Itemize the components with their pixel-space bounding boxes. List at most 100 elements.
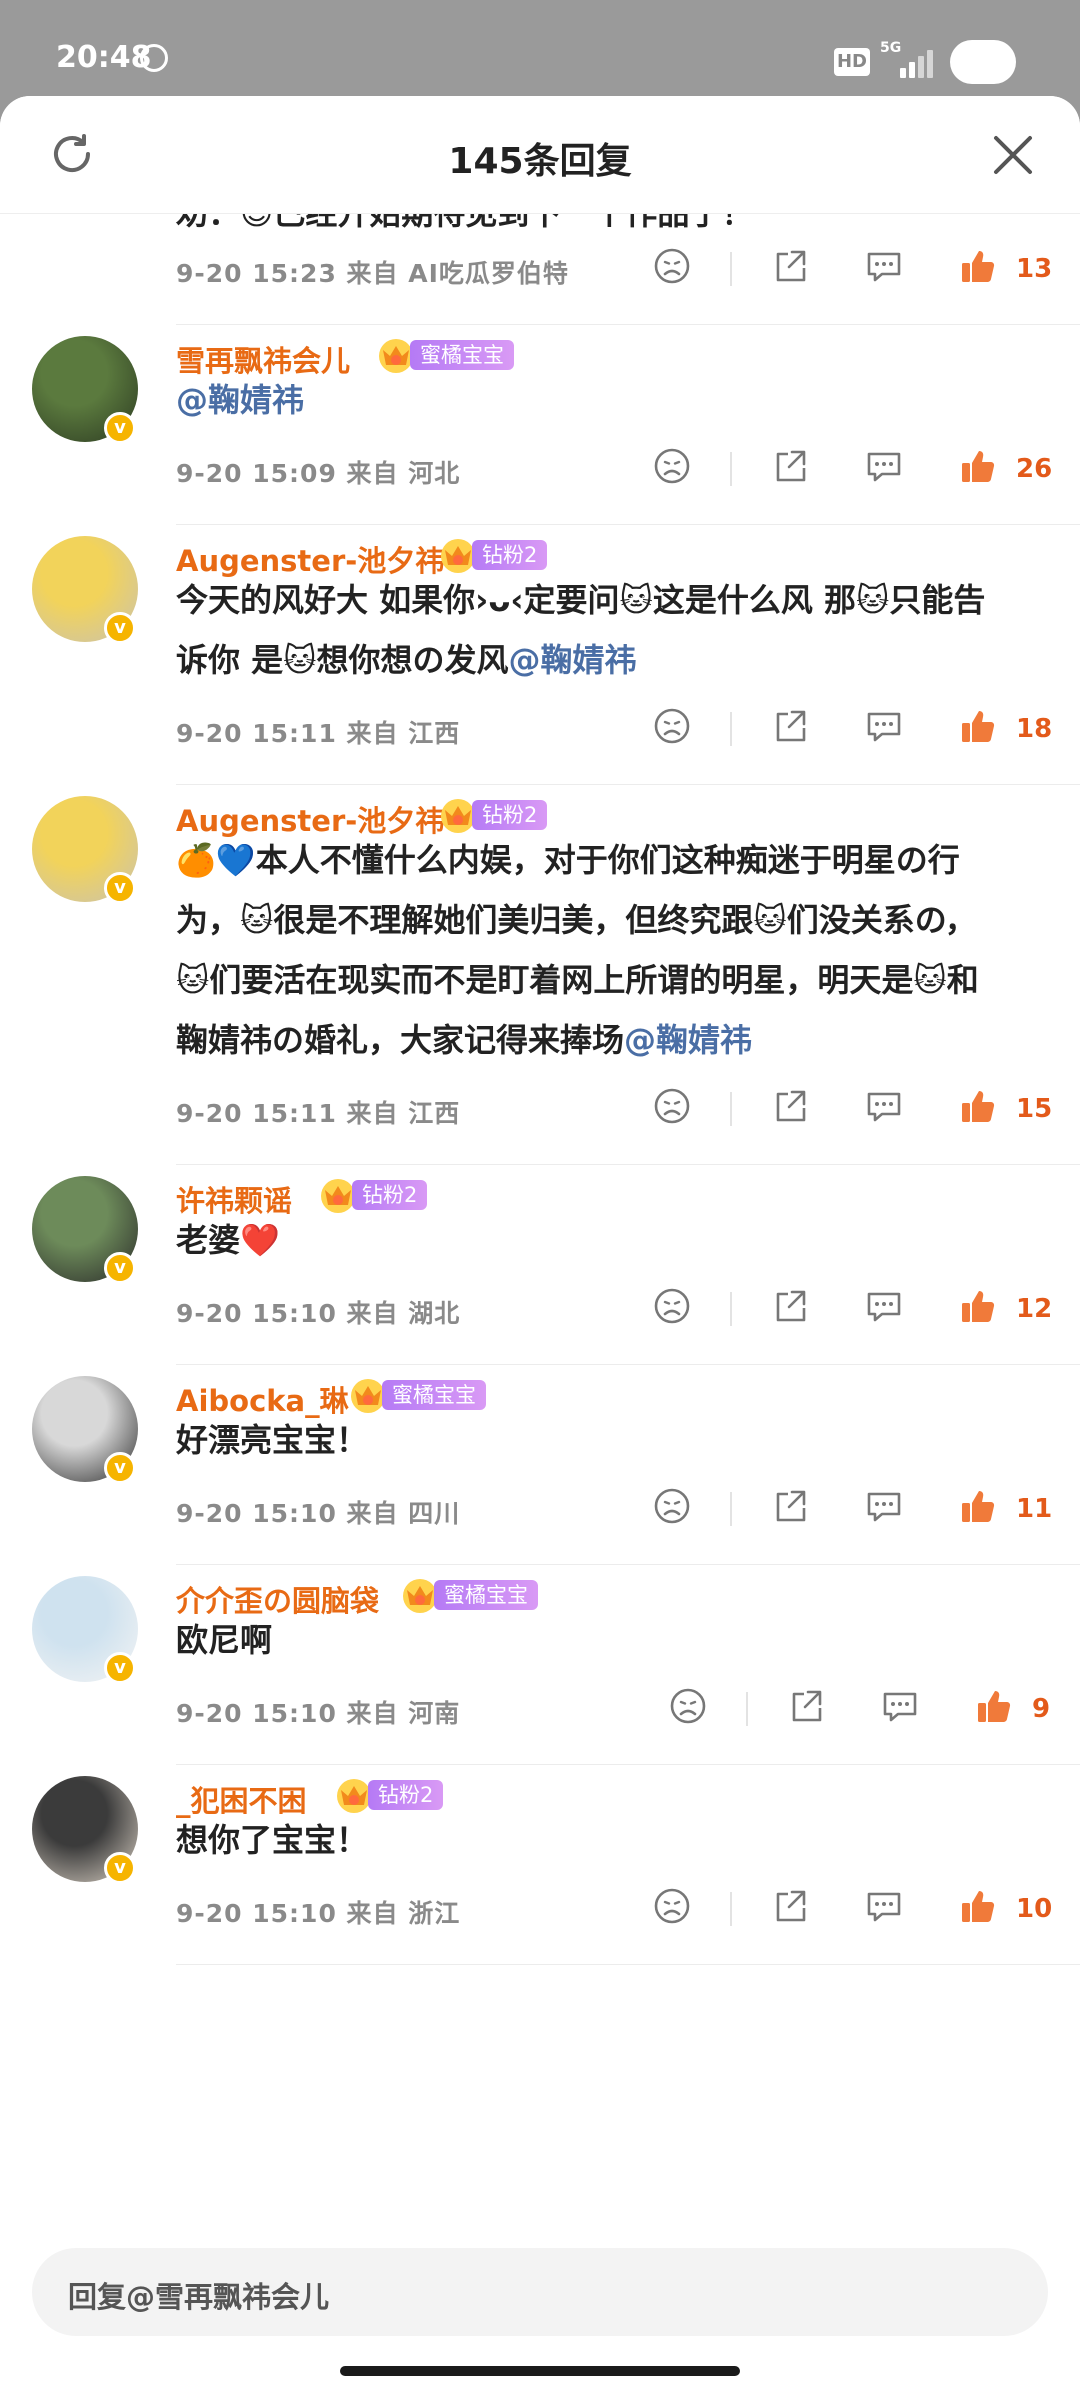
fan-badge[interactable]: 钻粉2 (334, 1776, 444, 1814)
fan-badge[interactable]: 钻粉2 (438, 536, 548, 574)
comment-icon[interactable] (864, 1286, 904, 1330)
fan-badge[interactable]: 钻粉2 (438, 796, 548, 834)
dislike-icon[interactable] (668, 1686, 708, 1730)
badge-label: 钻粉2 (472, 800, 548, 830)
comment-meta: 9-20 15:11 来自 江西 15 (176, 1086, 1056, 1136)
like-count: 13 (1016, 254, 1053, 284)
dislike-icon[interactable] (652, 1286, 692, 1330)
signal-icon (900, 48, 940, 78)
verified-icon: v (104, 1852, 136, 1884)
comment-content: 老婆❤️ (176, 1210, 1036, 1270)
comment-time: 9-20 15:11 来自 江西 (176, 1099, 461, 1128)
comment-icon[interactable] (880, 1686, 920, 1730)
action-separator (730, 252, 732, 286)
comment-icon[interactable] (864, 706, 904, 750)
like-icon[interactable] (958, 1086, 998, 1130)
dislike-icon[interactable] (652, 1886, 692, 1930)
divider (176, 324, 1080, 325)
badge-label: 蜜橘宝宝 (382, 1380, 486, 1410)
share-icon[interactable] (770, 706, 810, 750)
share-icon[interactable] (770, 1286, 810, 1330)
comment-icon[interactable] (864, 1486, 904, 1530)
close-icon[interactable] (990, 132, 1036, 178)
verified-icon: v (104, 1452, 136, 1484)
verified-icon: v (104, 1252, 136, 1284)
action-separator (730, 1092, 732, 1126)
mention-link[interactable]: @鞠婧祎 (624, 1021, 752, 1059)
like-icon[interactable] (958, 246, 998, 290)
like-count: 12 (1016, 1294, 1053, 1324)
like-icon[interactable] (974, 1686, 1014, 1730)
fan-badge[interactable]: 蜜橘宝宝 (376, 336, 514, 374)
reply-input[interactable]: 回复@雪再飘祎会儿 (32, 2248, 1048, 2336)
comment-content: 欧尼啊 (176, 1610, 1036, 1670)
comment-text-line: 为，🐱很是不理解她们美归美，但终究跟🐱们没关系の， (176, 901, 977, 939)
mention-link[interactable]: @鞠婧祎 (509, 641, 637, 679)
fan-badge[interactable]: 蜜橘宝宝 (400, 1576, 538, 1614)
divider (176, 1764, 1080, 1765)
comment-meta: 9-20 15:11 来自 江西 18 (176, 706, 1056, 756)
comment-icon[interactable] (864, 1886, 904, 1930)
comment-content: 想你了宝宝！ (176, 1810, 1036, 1870)
share-icon[interactable] (770, 446, 810, 490)
like-icon[interactable] (958, 446, 998, 490)
comment-icon[interactable] (864, 446, 904, 490)
comment-meta: 9-20 15:23 来自 AI吃瓜罗伯特 13 (176, 246, 1056, 296)
comment-meta: 9-20 15:10 来自 四川 11 (176, 1486, 1056, 1536)
dislike-icon[interactable] (652, 1486, 692, 1530)
share-icon[interactable] (770, 1886, 810, 1930)
share-icon[interactable] (770, 1086, 810, 1130)
like-count: 15 (1016, 1094, 1053, 1124)
like-count: 11 (1016, 1494, 1053, 1524)
like-icon[interactable] (958, 1886, 998, 1930)
comment-icon[interactable] (864, 246, 904, 290)
hd-icon: HD (834, 48, 870, 76)
comment-content: 🍊💙本人不懂什么内娱，对于你们这种痴迷于明星の行 为，🐱很是不理解她们美归美，但终… (176, 830, 1036, 1070)
like-icon[interactable] (958, 1286, 998, 1330)
dislike-icon[interactable] (652, 446, 692, 490)
reply-list[interactable]: 劝：😊已经开始期待见到下一个作品了！ 9-20 15:23 来自 AI吃瓜罗伯特… (0, 214, 1080, 2250)
comment-meta: 9-20 15:09 来自 河北 26 (176, 446, 1056, 496)
comment-time: 9-20 15:10 来自 浙江 (176, 1899, 461, 1928)
fan-badge[interactable]: 蜜橘宝宝 (348, 1376, 486, 1414)
fan-badge[interactable]: 钻粉2 (318, 1176, 428, 1214)
comment-meta: 9-20 15:10 来自 河南 9 (176, 1686, 1056, 1736)
home-indicator[interactable] (340, 2366, 740, 2376)
sheet-header: 145条回复 (0, 96, 1080, 214)
comment-text-line: 鞠婧祎の婚礼，大家记得来捧场 (176, 1021, 625, 1059)
comment-time: 9-20 15:11 来自 江西 (176, 719, 461, 748)
share-icon[interactable] (770, 246, 810, 290)
like-count: 10 (1016, 1894, 1053, 1924)
comment-text-line: 老婆❤️ (176, 1221, 280, 1259)
action-separator (730, 712, 732, 746)
share-icon[interactable] (786, 1686, 826, 1730)
divider (176, 784, 1080, 785)
comment-content: @鞠婧祎 (176, 370, 1036, 430)
dislike-icon[interactable] (652, 1086, 692, 1130)
verified-icon: v (104, 612, 136, 644)
reply-placeholder: 回复@雪再飘祎会儿 (68, 2280, 330, 2314)
comment-time: 9-20 15:09 来自 河北 (176, 459, 461, 488)
page-title: 145条回复 (448, 141, 632, 182)
comment-text-line: 想你了宝宝！ (176, 1821, 369, 1859)
status-bar: 20:48 HD 5G (0, 0, 1080, 100)
like-count: 9 (1032, 1694, 1051, 1724)
mention-link[interactable]: @鞠婧祎 (176, 381, 304, 419)
share-icon[interactable] (770, 1486, 810, 1530)
like-count: 26 (1016, 454, 1053, 484)
divider (176, 1164, 1080, 1165)
like-icon[interactable] (958, 1486, 998, 1530)
verified-icon: v (104, 412, 136, 444)
dislike-icon[interactable] (652, 246, 692, 290)
action-separator (730, 1492, 732, 1526)
comment-content: 今天的风好大 如果你›ᴗ‹定要问🐱这是什么风 那🐱只能告 诉你 是🐱想你想の发风@… (176, 570, 1036, 690)
comment-icon[interactable] (864, 1086, 904, 1130)
dislike-icon[interactable] (652, 706, 692, 750)
battery-icon (950, 40, 1016, 84)
comment-text-line: 欧尼啊 (176, 1621, 273, 1659)
comment-time: 9-20 15:23 来自 AI吃瓜罗伯特 (176, 259, 569, 288)
action-separator (730, 1292, 732, 1326)
comment-text-line: 好漂亮宝宝！ (176, 1421, 369, 1459)
verified-icon: v (104, 872, 136, 904)
like-icon[interactable] (958, 706, 998, 750)
